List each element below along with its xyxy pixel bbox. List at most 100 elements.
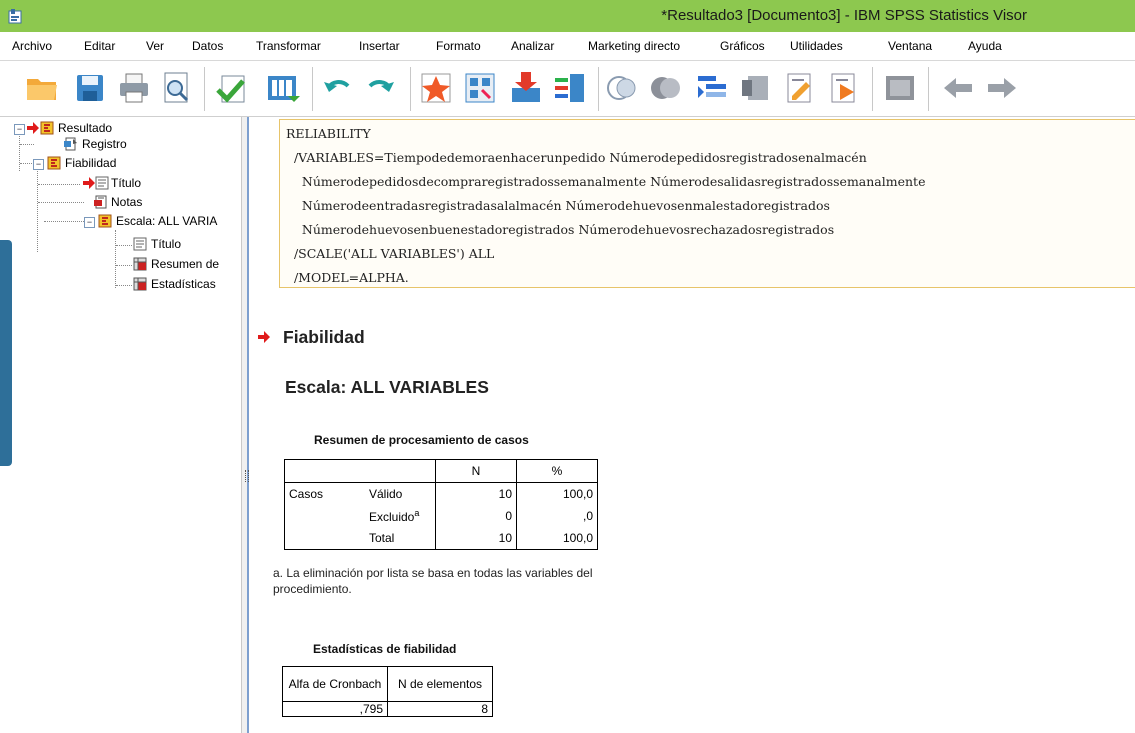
pane-splitter[interactable]	[241, 117, 249, 733]
tree-item-fiabilidad[interactable]: − Fiabilidad	[33, 155, 241, 173]
save-icon[interactable]	[72, 70, 108, 106]
tree-item-titulo[interactable]: Título	[82, 175, 241, 193]
goto-variable-icon[interactable]	[462, 70, 498, 106]
export-icon[interactable]	[214, 70, 250, 106]
table-cell	[284, 459, 365, 483]
menu-archivo[interactable]: Archivo	[12, 39, 52, 53]
footnote-marker: a	[414, 508, 420, 518]
collapse-icon[interactable]: −	[33, 159, 44, 170]
output-book-icon	[98, 214, 112, 228]
pivot-table-icon	[133, 277, 147, 291]
demote-icon[interactable]	[738, 70, 774, 106]
menu-analizar[interactable]: Analizar	[511, 39, 554, 53]
menu-editar[interactable]: Editar	[84, 39, 115, 53]
splitter-grip-icon[interactable]	[245, 470, 249, 482]
table-header-n: N	[435, 459, 517, 483]
promote-icon[interactable]	[694, 70, 730, 106]
outline-tree: − Resultado Registro − Fiabilidad Título…	[0, 117, 241, 733]
table-cell: 10	[435, 527, 517, 550]
heading-fiabilidad[interactable]: Fiabilidad	[283, 327, 365, 348]
goto-data-icon[interactable]	[264, 70, 300, 106]
title-bar: *Resultado3 [Documento3] - IBM SPSS Stat…	[0, 0, 1135, 32]
tree-label-titulo: Título	[111, 176, 142, 190]
tree-guide	[115, 230, 116, 288]
heading-escala[interactable]: Escala: ALL VARIABLES	[285, 377, 489, 398]
toolbar	[0, 61, 1135, 117]
toolbar-separator	[598, 67, 599, 111]
tree-label-estadisticas: Estadísticas	[151, 277, 216, 291]
table-row-label: Excluidoa	[365, 505, 436, 527]
designate-window-icon[interactable]	[882, 70, 918, 106]
table-cell	[284, 505, 365, 527]
table-cell: ,0	[516, 505, 598, 527]
tree-label-fiabilidad: Fiabilidad	[65, 156, 117, 170]
menu-ver[interactable]: Ver	[146, 39, 164, 53]
table-footnote: a. La eliminación por lista se basa en t…	[273, 566, 593, 596]
tree-item-escala[interactable]: − Escala: ALL VARIA	[84, 213, 241, 231]
table-row-label: Total	[365, 527, 436, 550]
undo-icon[interactable]	[320, 70, 356, 106]
collapse-icon[interactable]: −	[84, 217, 95, 228]
syntax-line: /VARIABLES=Tiempodedemoraenhacerunpedido…	[286, 150, 867, 165]
side-panel-tab[interactable]	[0, 240, 12, 466]
menu-insertar[interactable]: Insertar	[359, 39, 400, 53]
toolbar-separator	[312, 67, 313, 111]
menu-ayuda[interactable]: Ayuda	[968, 39, 1002, 53]
tree-item-estadisticas[interactable]: Estadísticas	[133, 276, 241, 294]
tree-label-notas: Notas	[111, 195, 143, 209]
menu-marketing-directo[interactable]: Marketing directo	[588, 39, 680, 53]
pivot-table-icon	[133, 257, 147, 271]
table-cell	[365, 459, 436, 483]
row-label-text: Excluido	[369, 510, 415, 524]
forward-icon[interactable]	[984, 70, 1020, 106]
insert-heading-icon[interactable]	[782, 70, 818, 106]
table-header-row: N %	[284, 459, 598, 483]
syntax-line: Númerodeentradasregistradasalalmacén Núm…	[286, 198, 830, 213]
table-cell	[284, 527, 365, 550]
back-icon[interactable]	[940, 70, 976, 106]
open-icon[interactable]	[24, 70, 60, 106]
tree-guide	[38, 184, 80, 185]
print-preview-icon[interactable]	[158, 70, 194, 106]
table-cell-n: 8	[387, 701, 493, 717]
table-header-alpha: Alfa de Cronbach	[282, 666, 388, 702]
syntax-line: /MODEL=ALPHA.	[286, 270, 409, 285]
tree-label-escala: Escala: ALL VARIA	[116, 214, 218, 228]
output-book-icon	[40, 121, 54, 135]
tree-guide	[44, 221, 84, 222]
menu-utilidades[interactable]: Utilidades	[790, 39, 843, 53]
redo-icon[interactable]	[362, 70, 398, 106]
notes-icon	[94, 195, 107, 209]
table-cell-alpha: ,795	[282, 701, 388, 717]
table-row: Excluidoa 0 ,0	[284, 505, 598, 527]
tree-guide	[38, 202, 84, 203]
collapse-icon[interactable]: −	[14, 124, 25, 135]
reliability-table[interactable]: Alfa de Cronbach N de elementos ,795 8	[282, 666, 493, 717]
menu-bar: Archivo Editar Ver Datos Transformar Ins…	[0, 32, 1135, 61]
menu-formato[interactable]: Formato	[436, 39, 481, 53]
case-summary-table[interactable]: N % Casos Válido 10 100,0 Excluidoa 0 ,0…	[284, 459, 598, 550]
syntax-line: /SCALE('ALL VARIABLES') ALL	[286, 246, 495, 261]
output-book-icon	[47, 156, 61, 170]
tree-item-resumen[interactable]: Resumen de	[133, 256, 241, 274]
table-header-n-elementos: N de elementos	[387, 666, 493, 702]
tree-guide	[37, 169, 38, 252]
toolbar-separator	[928, 67, 929, 111]
insert-cases-icon[interactable]	[508, 70, 544, 106]
tree-item-registro[interactable]: Registro	[64, 136, 241, 154]
goto-case-icon[interactable]	[418, 70, 454, 106]
menu-graficos[interactable]: Gráficos	[720, 39, 765, 53]
tree-item-notas[interactable]: Notas	[94, 194, 241, 212]
insert-variables-icon[interactable]	[552, 70, 588, 106]
insert-title-icon[interactable]	[826, 70, 862, 106]
tree-guide	[116, 285, 132, 286]
menu-datos[interactable]: Datos	[192, 39, 223, 53]
menu-transformar[interactable]: Transformar	[256, 39, 321, 53]
tree-item-escala-titulo[interactable]: Título	[133, 236, 241, 254]
case-summary-title: Resumen de procesamiento de casos	[314, 433, 529, 447]
show-all-icon[interactable]	[604, 70, 640, 106]
syntax-log-block[interactable]: RELIABILITY /VARIABLES=Tiempodedemoraenh…	[279, 119, 1135, 288]
menu-ventana[interactable]: Ventana	[888, 39, 932, 53]
print-icon[interactable]	[116, 70, 152, 106]
hide-icon[interactable]	[648, 70, 684, 106]
